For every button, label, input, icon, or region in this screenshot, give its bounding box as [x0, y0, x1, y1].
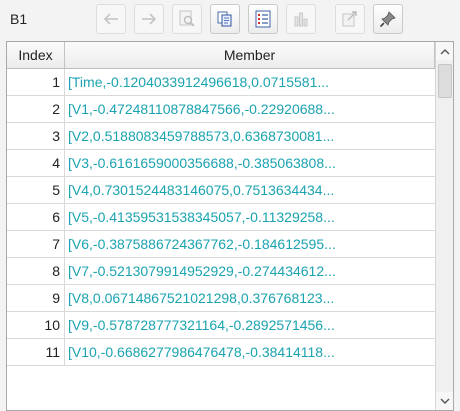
copy-icon: [217, 11, 232, 27]
row-index-cell[interactable]: 11: [7, 339, 65, 365]
copy-button[interactable]: [210, 4, 240, 34]
table-row[interactable]: 11 [V10,-0.6686277986476478,-0.38414118..…: [7, 339, 435, 366]
member-cell[interactable]: [V4,0.7301524483146075,0.7513634434...: [65, 177, 435, 203]
table-row[interactable]: 7 [V6,-0.3875886724367762,-0.184612595...: [7, 231, 435, 258]
table-row[interactable]: 4 [V3,-0.6161659000356688,-0.385063808...: [7, 150, 435, 177]
member-cell[interactable]: [V2,0.5188083459788573,0.6368730081...: [65, 123, 435, 149]
members-table: Index Member 1 [Time,-0.1204033912496618,…: [6, 41, 454, 411]
table-row[interactable]: 10 [V9,-0.578728777321164,-0.2892571456..…: [7, 312, 435, 339]
table-row[interactable]: 5 [V4,0.7301524483146075,0.7513634434...: [7, 177, 435, 204]
table-row[interactable]: 2 [V1,-0.47248110878847566,-0.22920688...: [7, 96, 435, 123]
column-header-index[interactable]: Index: [7, 42, 65, 69]
toolbar: B1: [0, 0, 460, 40]
cell-reference: B1: [10, 11, 28, 27]
table-row[interactable]: 6 [V5,-0.41359531538345057,-0.11329258...: [7, 204, 435, 231]
row-index-cell[interactable]: 2: [7, 96, 65, 122]
table-header: Index Member: [7, 42, 435, 69]
pin-button[interactable]: [373, 4, 403, 34]
pin-icon: [379, 11, 396, 28]
table-row[interactable]: 8 [V7,-0.5213079914952929,-0.274434612...: [7, 258, 435, 285]
table-row[interactable]: 9 [V8,0.06714867521021298,0.376768123...: [7, 285, 435, 312]
list-view-button[interactable]: [248, 4, 278, 34]
list-icon: [255, 10, 271, 28]
row-index-cell[interactable]: 6: [7, 204, 65, 230]
magnifier-page-icon: [179, 10, 195, 27]
chart-button[interactable]: [286, 4, 316, 34]
row-index-cell[interactable]: 5: [7, 177, 65, 203]
member-cell[interactable]: [V5,-0.41359531538345057,-0.11329258...: [65, 204, 435, 230]
scrollbar-thumb[interactable]: [438, 64, 452, 98]
back-button[interactable]: [96, 4, 126, 34]
export-button[interactable]: [335, 4, 365, 34]
member-cell[interactable]: [V9,-0.578728777321164,-0.2892571456...: [65, 312, 435, 338]
table-row[interactable]: 1 [Time,-0.1204033912496618,0.0715581...: [7, 69, 435, 96]
row-index-cell[interactable]: 3: [7, 123, 65, 149]
table-row[interactable]: 3 [V2,0.5188083459788573,0.6368730081...: [7, 123, 435, 150]
member-cell[interactable]: [V1,-0.47248110878847566,-0.22920688...: [65, 96, 435, 122]
forward-button[interactable]: [134, 4, 164, 34]
bar-chart-icon: [294, 12, 308, 27]
row-index-cell[interactable]: 8: [7, 258, 65, 284]
export-icon: [342, 11, 357, 27]
row-index-cell[interactable]: 10: [7, 312, 65, 338]
row-index-cell[interactable]: 9: [7, 285, 65, 311]
member-cell[interactable]: [V10,-0.6686277986476478,-0.38414118...: [65, 339, 435, 365]
member-cell[interactable]: [V6,-0.3875886724367762,-0.184612595...: [65, 231, 435, 257]
row-index-cell[interactable]: 1: [7, 69, 65, 95]
row-index-cell[interactable]: 7: [7, 231, 65, 257]
table-body: 1 [Time,-0.1204033912496618,0.0715581... 2…: [7, 69, 435, 366]
member-cell[interactable]: [Time,-0.1204033912496618,0.0715581...: [65, 69, 435, 95]
column-header-member[interactable]: Member: [65, 42, 435, 69]
chevron-up-icon: [440, 48, 450, 54]
chevron-down-icon: [440, 398, 450, 404]
member-cell[interactable]: [V8,0.06714867521021298,0.376768123...: [65, 285, 435, 311]
arrow-right-icon: [142, 13, 157, 25]
row-index-cell[interactable]: 4: [7, 150, 65, 176]
arrow-left-icon: [103, 13, 118, 25]
find-button[interactable]: [172, 4, 202, 34]
member-cell[interactable]: [V7,-0.5213079914952929,-0.274434612...: [65, 258, 435, 284]
vertical-scrollbar[interactable]: [435, 42, 453, 410]
member-cell[interactable]: [V3,-0.6161659000356688,-0.385063808...: [65, 150, 435, 176]
scroll-down-button[interactable]: [436, 392, 453, 410]
scroll-up-button[interactable]: [436, 42, 453, 60]
